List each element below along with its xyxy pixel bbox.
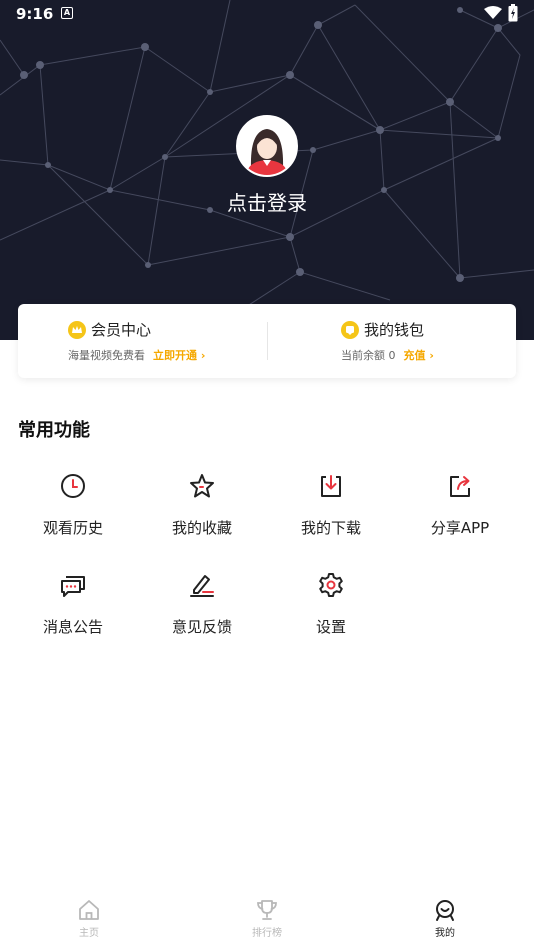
settings-label: 设置 [315, 618, 346, 636]
wallet-icon [341, 320, 359, 339]
star-icon [190, 474, 214, 498]
vip-wallet-card: 会员中心 海量视频免费看 立即开通 › 我的钱包 当前余额 0 充值 › [18, 304, 516, 378]
share-icon [450, 476, 470, 497]
my-wallet-title: 我的钱包 [364, 321, 425, 339]
favorites-label: 我的收藏 [171, 519, 232, 537]
bottom-nav: 主页 排行榜 我的 [0, 890, 534, 950]
wallet-balance: 当前余额 0 [341, 349, 396, 362]
settings-button[interactable]: 设置 [276, 571, 386, 651]
download-icon [321, 475, 341, 497]
announcements-label: 消息公告 [42, 618, 103, 636]
downloads-button[interactable]: 我的下载 [276, 472, 386, 552]
feedback-button[interactable]: 意见反馈 [147, 571, 257, 651]
wifi-icon [484, 6, 502, 19]
profile-icon [436, 900, 454, 921]
nav-ranking[interactable]: 排行榜 [222, 898, 312, 939]
my-wallet[interactable]: 我的钱包 当前余额 0 充值 › [267, 304, 516, 378]
favorites-button[interactable]: 我的收藏 [147, 472, 257, 552]
edit-icon [190, 575, 214, 597]
watch-history-button[interactable]: 观看历史 [18, 472, 128, 552]
member-center-subtitle: 海量视频免费看 [68, 349, 145, 362]
share-app-button[interactable]: 分享APP [405, 472, 515, 552]
nav-home-label: 主页 [79, 928, 99, 939]
downloads-label: 我的下载 [300, 519, 361, 537]
status-bar: 9:16 A [0, 0, 534, 28]
announcements-button[interactable]: 消息公告 [18, 571, 128, 651]
profile-page: 9:16 A 点击登录 会员中心 海量视频免费看 立即开通 › 我的钱包 当前余… [0, 0, 534, 950]
trophy-icon [257, 900, 277, 920]
message-icon [61, 576, 85, 597]
share-app-label: 分享APP [430, 519, 490, 537]
profile-header: 9:16 A 点击登录 [0, 0, 534, 340]
recharge-link[interactable]: 充值 › [404, 349, 434, 362]
home-icon [79, 900, 99, 920]
status-time: 9:16 [16, 5, 54, 23]
member-center[interactable]: 会员中心 海量视频免费看 立即开通 › [18, 304, 267, 378]
login-button[interactable]: 点击登录 [0, 187, 534, 216]
feedback-label: 意见反馈 [171, 618, 232, 636]
gear-icon [319, 573, 343, 597]
nav-home[interactable]: 主页 [44, 898, 134, 939]
functions-title: 常用功能 [18, 420, 90, 441]
nav-mine[interactable]: 我的 [400, 898, 490, 939]
watch-history-label: 观看历史 [42, 519, 103, 537]
nav-ranking-label: 排行榜 [252, 928, 282, 939]
avatar-girl-icon [238, 117, 296, 175]
clock-icon [61, 474, 85, 498]
nav-mine-label: 我的 [435, 928, 455, 939]
open-membership-link[interactable]: 立即开通 › [153, 349, 205, 362]
avatar[interactable] [236, 115, 298, 177]
crown-icon [68, 320, 86, 339]
notification-icon: A [61, 7, 73, 19]
member-center-title: 会员中心 [91, 321, 152, 339]
battery-icon [508, 4, 518, 22]
